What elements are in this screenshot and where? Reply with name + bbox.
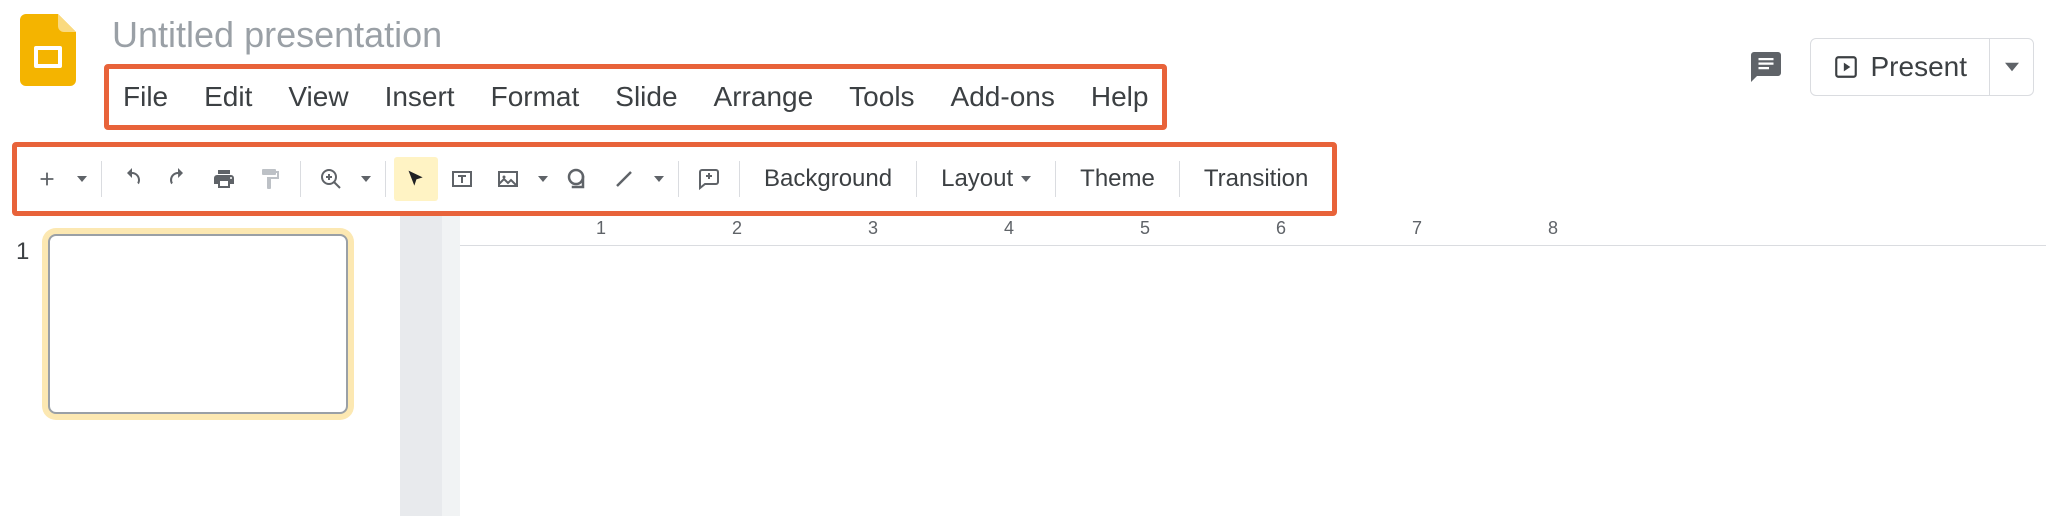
transition-button[interactable]: Transition [1188, 165, 1324, 193]
present-button-group: Present [1810, 38, 2035, 96]
redo-button[interactable] [156, 157, 200, 201]
document-title[interactable]: Untitled presentation [104, 10, 1746, 64]
textbox-tool[interactable] [440, 157, 484, 201]
comment-button[interactable] [687, 157, 731, 201]
menu-insert[interactable]: Insert [381, 75, 459, 119]
menu-edit[interactable]: Edit [200, 75, 256, 119]
zoom-button[interactable] [309, 157, 353, 201]
undo-button[interactable] [110, 157, 154, 201]
zoom-dropdown[interactable] [355, 176, 377, 182]
shape-tool[interactable] [556, 157, 600, 201]
theme-label: Theme [1080, 165, 1155, 193]
menu-arrange[interactable]: Arrange [710, 75, 818, 119]
highlight-toolbar-box: Background Layout Theme Transition [12, 142, 1337, 216]
slide-canvas[interactable] [460, 246, 2046, 516]
image-tool[interactable] [486, 157, 530, 201]
transition-label: Transition [1204, 165, 1308, 193]
paint-format-button[interactable] [248, 157, 292, 201]
ruler-tick: 3 [868, 218, 878, 239]
ruler-tick: 1 [596, 218, 606, 239]
select-tool[interactable] [394, 157, 438, 201]
menubar: File Edit View Insert Format Slide Arran… [119, 75, 1152, 119]
separator [678, 161, 679, 197]
theme-button[interactable]: Theme [1064, 165, 1171, 193]
new-slide-dropdown[interactable] [71, 176, 93, 182]
main-area: 1 1 2 3 4 5 6 7 8 [0, 216, 2046, 516]
background-button[interactable]: Background [748, 165, 908, 193]
vertical-gutter [400, 216, 442, 516]
menu-view[interactable]: View [284, 75, 352, 119]
menu-addons[interactable]: Add-ons [947, 75, 1059, 119]
menu-tools[interactable]: Tools [845, 75, 918, 119]
slide-row: 1 [16, 234, 384, 414]
separator [1055, 161, 1056, 197]
print-button[interactable] [202, 157, 246, 201]
menu-help[interactable]: Help [1087, 75, 1153, 119]
menu-slide[interactable]: Slide [611, 75, 681, 119]
separator [1179, 161, 1180, 197]
line-tool[interactable] [602, 157, 646, 201]
toolbar: Background Layout Theme Transition [17, 147, 1332, 211]
present-label: Present [1871, 51, 1968, 83]
horizontal-ruler[interactable]: 1 2 3 4 5 6 7 8 [460, 216, 2046, 246]
present-dropdown[interactable] [1989, 39, 2033, 95]
image-dropdown[interactable] [532, 176, 554, 182]
new-slide-button[interactable] [25, 157, 69, 201]
separator [101, 161, 102, 197]
menu-format[interactable]: Format [487, 75, 584, 119]
ruler-tick: 5 [1140, 218, 1150, 239]
ruler-tick: 4 [1004, 218, 1014, 239]
separator [300, 161, 301, 197]
ruler-tick: 2 [732, 218, 742, 239]
layout-button[interactable]: Layout [925, 165, 1047, 193]
slide-number: 1 [16, 234, 36, 266]
canvas-area: 1 2 3 4 5 6 7 8 [400, 216, 2046, 516]
present-button[interactable]: Present [1811, 39, 1990, 95]
separator [385, 161, 386, 197]
ruler-tick: 6 [1276, 218, 1286, 239]
chevron-down-icon [1021, 176, 1031, 182]
line-dropdown[interactable] [648, 176, 670, 182]
layout-label: Layout [941, 165, 1013, 193]
separator [916, 161, 917, 197]
ruler-tick: 7 [1412, 218, 1422, 239]
menu-file[interactable]: File [119, 75, 172, 119]
slide-thumbnail[interactable] [48, 234, 348, 414]
background-label: Background [764, 165, 892, 193]
comments-icon[interactable] [1746, 47, 1786, 87]
filmstrip: 1 [0, 216, 400, 516]
ruler-tick: 8 [1548, 218, 1558, 239]
highlight-menubar-box: File Edit View Insert Format Slide Arran… [104, 64, 1167, 130]
separator [739, 161, 740, 197]
slides-logo[interactable] [16, 10, 80, 90]
